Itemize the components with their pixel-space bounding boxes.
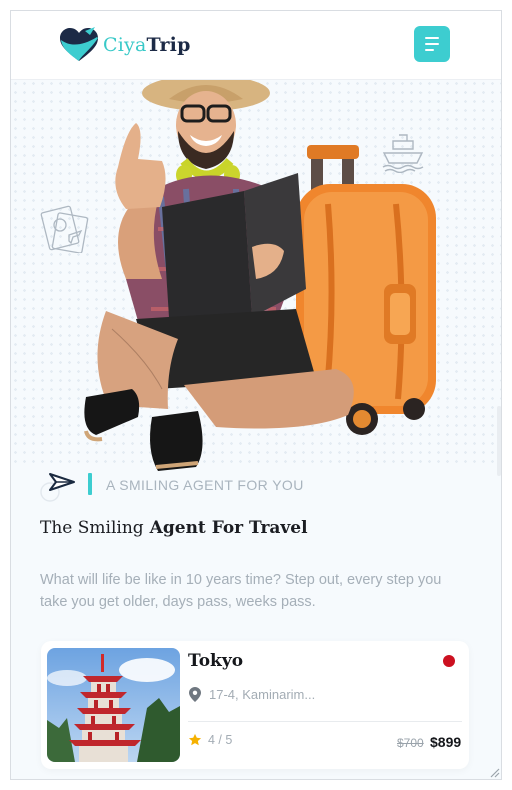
title-part1: The Smiling: [40, 518, 144, 538]
hamburger-line: [425, 49, 434, 51]
resize-handle-icon[interactable]: [488, 766, 500, 778]
rating-row: 4 / 5: [188, 733, 232, 747]
section-description: What will life be like in 10 years time?…: [40, 572, 442, 610]
hero-banner: [11, 79, 501, 471]
star-icon: [188, 733, 202, 746]
destination-title[interactable]: Tokyo: [188, 651, 243, 671]
top-navbar: CiyaTrip: [11, 11, 501, 80]
title-part2: Agent For Travel: [149, 518, 308, 538]
hamburger-line: [425, 43, 439, 45]
location-row: 17-4, Kaminarim...: [189, 687, 315, 702]
app-frame: CiyaTrip A SMILING AGENT FOR YOU The Smi…: [10, 10, 502, 780]
brand-name-part2: Trip: [146, 34, 191, 56]
rating-text: 4 / 5: [208, 733, 233, 747]
destination-card[interactable]: Tokyo 17-4, Kaminarim... 4 / 5 $700 $899: [41, 641, 469, 769]
location-text: 17-4, Kaminarim...: [209, 687, 316, 702]
menu-button[interactable]: [414, 26, 450, 62]
tagline-text: A SMILING AGENT FOR YOU: [106, 477, 304, 493]
destination-image[interactable]: [47, 648, 180, 762]
section-title: The Smiling Agent For Travel: [40, 518, 308, 538]
paper-plane-icon: [40, 473, 75, 502]
traveler-hero-image: [84, 79, 436, 471]
brand-name: CiyaTrip: [103, 34, 191, 56]
hamburger-menu-icon: [425, 37, 439, 39]
pagoda-photo: [47, 648, 180, 762]
tagline-row: A SMILING AGENT FOR YOU: [40, 466, 480, 502]
brand-name-part1: Ciya: [103, 34, 147, 56]
card-divider: [188, 721, 462, 722]
original-price: $700: [397, 736, 424, 750]
japan-flag-icon: [443, 655, 455, 667]
map-pin-icon: [189, 687, 201, 702]
sale-price: $899: [430, 734, 462, 750]
brand-logo[interactable]: CiyaTrip: [59, 27, 191, 63]
scrollbar[interactable]: [497, 406, 501, 476]
heart-plane-logo-icon: [60, 27, 98, 61]
tagline-accent-bar: [88, 473, 92, 495]
